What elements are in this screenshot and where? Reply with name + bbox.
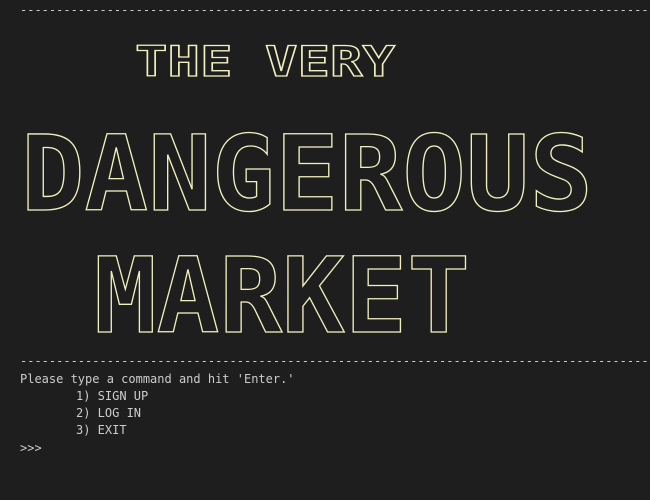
text-cursor: [42, 441, 49, 454]
command-input-line[interactable]: >>>: [20, 440, 49, 456]
ascii-title-line-3: MARKET: [94, 235, 470, 344]
command-menu: 1) SIGN UP 2) LOG IN 3) EXIT: [76, 388, 148, 439]
ascii-title-line-1: THE VERY: [135, 37, 396, 86]
ascii-art-banner: THE VERY DANGEROUS MARKET: [0, 26, 650, 344]
ascii-art-svg: THE VERY DANGEROUS MARKET: [20, 36, 593, 344]
top-divider: ----------------------------------------…: [20, 4, 650, 16]
input-prompt: >>>: [20, 441, 42, 455]
menu-item-exit: 3) EXIT: [76, 423, 127, 437]
terminal-window[interactable]: ----------------------------------------…: [0, 0, 650, 500]
menu-item-sign-up: 1) SIGN UP: [76, 389, 149, 403]
ascii-title-line-2: DANGEROUS: [21, 113, 593, 235]
bottom-divider: ----------------------------------------…: [20, 355, 650, 367]
instructions-text: Please type a command and hit 'Enter.': [20, 372, 295, 386]
menu-item-log-in: 2) LOG IN: [76, 406, 142, 420]
